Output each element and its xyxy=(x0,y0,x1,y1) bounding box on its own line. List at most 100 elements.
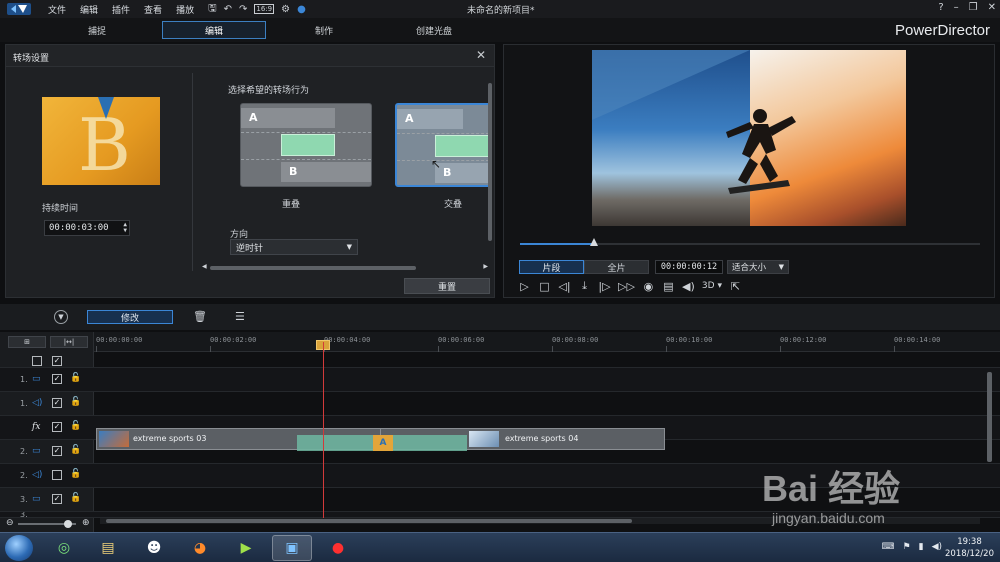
chevron-down-icon[interactable]: ▼ xyxy=(54,310,68,324)
lock-icon[interactable]: 🔓 xyxy=(70,469,81,479)
clip-label: extreme sports 04 xyxy=(505,434,579,443)
track-enable-check[interactable] xyxy=(52,470,62,480)
scroll-right-icon[interactable]: ▶ xyxy=(483,263,488,270)
timeline-zoom-slider[interactable]: ⊖ ⊕ xyxy=(6,518,92,528)
snapshot-icon[interactable]: ◉ xyxy=(642,280,655,293)
undock-icon[interactable]: ⇱ xyxy=(729,280,742,293)
panel-horizontal-scrollbar[interactable]: ◀ ▶ xyxy=(202,263,488,271)
lock-icon[interactable]: 🔓 xyxy=(70,493,81,503)
volume-icon[interactable]: ◀) xyxy=(932,542,942,552)
modify-button[interactable]: 修改 xyxy=(87,310,173,324)
flag-icon[interactable]: ⚑ xyxy=(903,542,911,552)
menu-file[interactable]: 文件 xyxy=(48,3,66,16)
track-enable-check[interactable]: ✓ xyxy=(52,422,62,432)
close-icon[interactable]: ✕ xyxy=(476,48,486,62)
track-enable-check[interactable]: ✓ xyxy=(52,446,62,456)
panel-vertical-scrollbar[interactable] xyxy=(488,73,494,263)
play-icon[interactable]: ▷ xyxy=(518,280,531,293)
powerdirector-icon[interactable]: ▣ xyxy=(272,535,312,561)
lock-icon[interactable]: 🔓 xyxy=(70,445,81,455)
track-enable-check[interactable]: ✓ xyxy=(52,374,62,384)
menu-play[interactable]: 播放 xyxy=(176,3,194,16)
track-number: 3. xyxy=(20,495,28,504)
trash-icon[interactable]: 🗑 xyxy=(193,310,207,323)
reset-button[interactable]: 重置 xyxy=(404,278,490,294)
video-preview[interactable] xyxy=(592,50,906,226)
panel-header: 转场设置 ✕ xyxy=(6,45,494,67)
menu-plugins[interactable]: 插件 xyxy=(112,3,130,16)
explorer-icon[interactable]: ▤ xyxy=(88,535,128,561)
track-enable-check[interactable]: ✓ xyxy=(52,494,62,504)
preview-wedge xyxy=(98,97,114,119)
tab-produce[interactable]: 制作 xyxy=(272,21,376,39)
timeline-clip[interactable]: A extreme sports 04 xyxy=(373,428,665,451)
scrollbar-thumb[interactable] xyxy=(987,372,992,462)
recorder-icon[interactable]: ● xyxy=(318,535,358,561)
restore-button[interactable]: ❐ xyxy=(969,2,978,13)
save-icon[interactable]: 🖫 xyxy=(208,1,217,18)
scrollbar-thumb[interactable] xyxy=(210,266,416,270)
cyberlink-icon[interactable]: ▶ xyxy=(226,535,266,561)
start-button[interactable] xyxy=(5,535,33,561)
preview-scrubber[interactable] xyxy=(520,238,980,246)
tab-capture[interactable]: 捕捉 xyxy=(45,21,149,39)
scrubber-handle[interactable] xyxy=(589,238,598,246)
previous-frame-icon[interactable]: ◁| xyxy=(558,280,571,293)
timecode-display[interactable]: 00:00:00:12 xyxy=(655,260,723,274)
ruler-label: 00:00:02:00 xyxy=(210,336,257,344)
time-ruler[interactable]: 00:00:00:00 00:00:02:00 00:00:04:00 00:0… xyxy=(94,332,1000,352)
aspect-icon[interactable]: 16:9 xyxy=(254,4,275,14)
scrollbar-thumb[interactable] xyxy=(106,519,632,523)
track-enable-check[interactable]: ✓ xyxy=(52,398,62,408)
fast-forward-icon[interactable]: ▷▷ xyxy=(618,280,635,293)
direction-select[interactable]: 逆时针 ▼ xyxy=(230,239,358,255)
clock[interactable]: 19:38 2018/12/20 xyxy=(945,536,994,560)
undo-icon[interactable]: ↶ xyxy=(224,4,232,15)
keyboard-icon[interactable]: ⌨ xyxy=(882,542,895,552)
movie-mode-button[interactable]: 全片 xyxy=(584,260,649,274)
qq-icon[interactable]: ☻ xyxy=(134,535,174,561)
minimize-button[interactable]: – xyxy=(954,2,959,13)
zoom-out-icon[interactable]: ⊖ xyxy=(6,518,14,528)
clip-thumbnail xyxy=(99,431,129,447)
track-visibility-check[interactable] xyxy=(32,356,42,366)
track-enable-check[interactable]: ✓ xyxy=(52,356,62,366)
lock-icon[interactable]: 🔓 xyxy=(70,421,81,431)
edit-list-icon[interactable]: ☰ xyxy=(235,310,245,323)
jump-icon[interactable]: ⤓ xyxy=(578,279,591,293)
zoom-handle[interactable] xyxy=(64,520,72,528)
redo-icon[interactable]: ↷ xyxy=(239,4,247,15)
next-frame-icon[interactable]: |▷ xyxy=(598,280,611,293)
lock-icon[interactable]: 🔓 xyxy=(70,397,81,407)
transition-marker[interactable]: A xyxy=(373,435,393,451)
behavior-card-overlap[interactable]: A B xyxy=(240,103,372,187)
upgrade-icon[interactable]: ● xyxy=(297,4,306,15)
subtitle-icon[interactable]: ▤ xyxy=(662,280,675,293)
3d-toggle-icon[interactable]: 3D ▾ xyxy=(702,281,722,291)
scroll-left-icon[interactable]: ◀ xyxy=(202,263,207,270)
clip-mode-button[interactable]: 片段 xyxy=(519,260,584,274)
firefox-icon[interactable]: ◕ xyxy=(180,535,220,561)
help-button[interactable]: ? xyxy=(938,2,943,13)
stop-icon[interactable]: □ xyxy=(538,280,551,293)
lock-icon[interactable]: 🔓 xyxy=(70,373,81,383)
tab-create-disc[interactable]: 创建光盘 xyxy=(382,21,486,39)
fit-size-select[interactable]: 适合大小 ▼ xyxy=(727,260,789,274)
tab-edit[interactable]: 编辑 xyxy=(162,21,266,39)
fit-timeline-button[interactable]: |↔| xyxy=(50,336,88,348)
zoom-in-icon[interactable]: ⊕ xyxy=(82,518,90,528)
menu-view[interactable]: 查看 xyxy=(144,3,162,16)
network-icon[interactable]: ▮ xyxy=(919,542,924,552)
behavior-card-cross[interactable]: A B ↖ xyxy=(395,103,491,187)
360-icon[interactable]: ◎ xyxy=(44,535,84,561)
close-button[interactable]: ✕ xyxy=(988,2,996,13)
mouse-cursor-icon: ↖ xyxy=(431,157,442,171)
volume-icon[interactable]: ◀) xyxy=(682,280,695,293)
menu-edit[interactable]: 编辑 xyxy=(80,3,98,16)
track-manager-button[interactable]: ⊞ xyxy=(8,336,46,348)
timeline-clip[interactable]: extreme sports 03 xyxy=(96,428,382,451)
settings-icon[interactable]: ⚙ xyxy=(281,4,290,15)
duration-input[interactable]: 00:00:03:00 ▲ ▼ xyxy=(44,220,130,236)
scrollbar-thumb[interactable] xyxy=(488,83,492,241)
duration-spinner-icon[interactable]: ▲ ▼ xyxy=(123,222,127,234)
